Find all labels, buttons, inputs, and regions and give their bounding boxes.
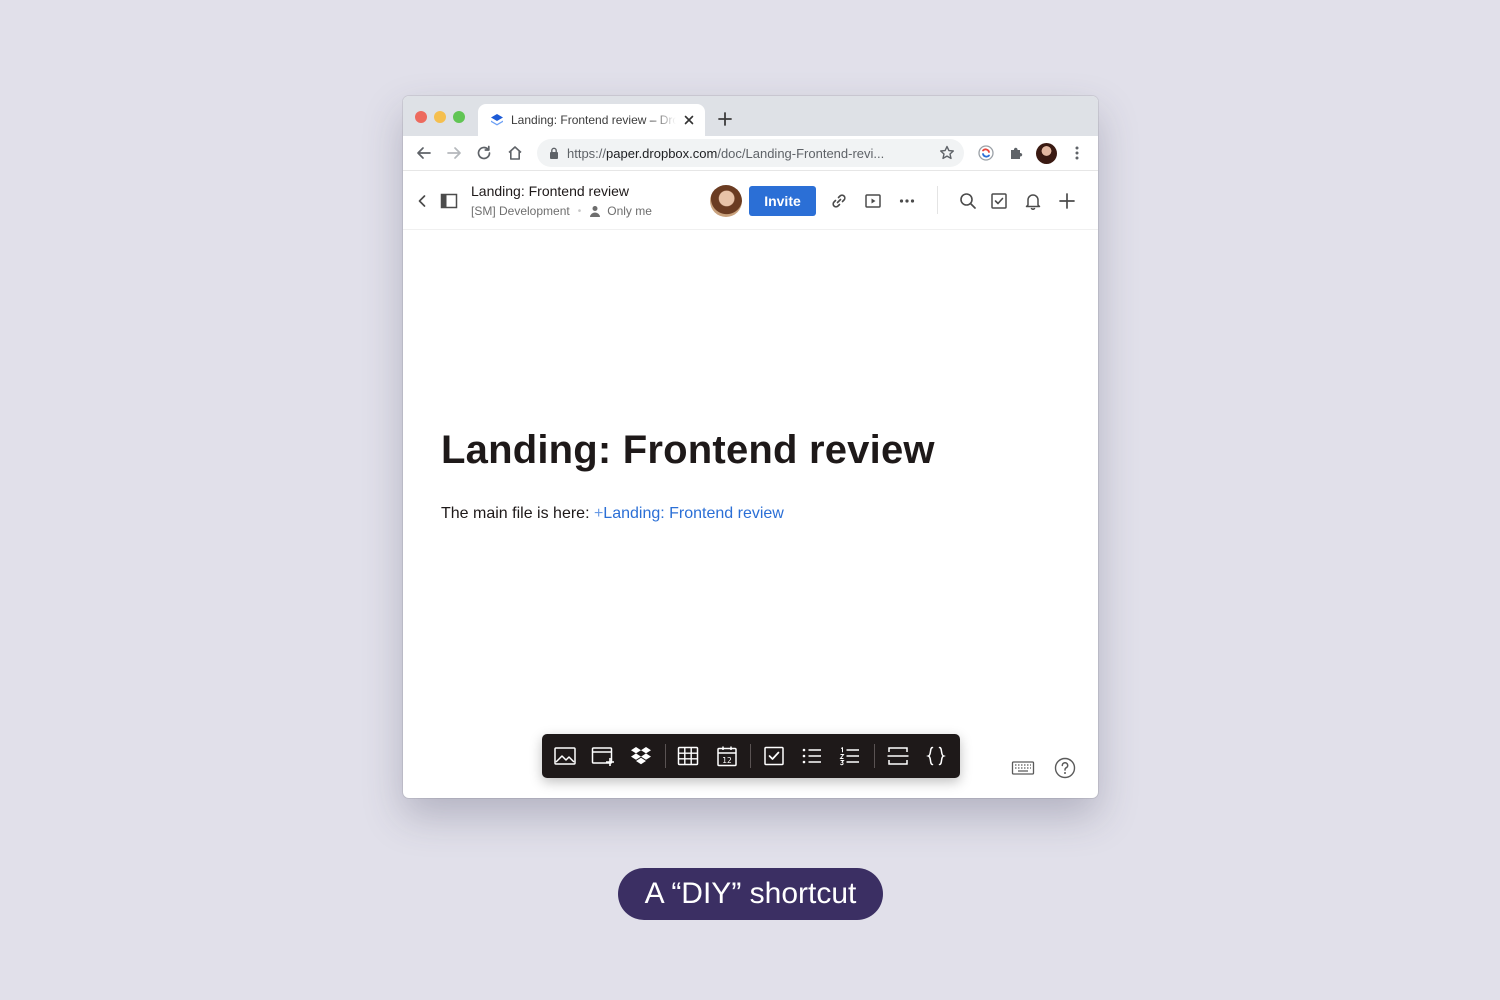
image-icon[interactable]: [553, 745, 577, 767]
browser-toolbar: https://paper.dropbox.com/doc/Landing-Fr…: [403, 136, 1098, 171]
doc-meta: [SM] Development • Only me: [471, 204, 652, 218]
header-divider: [937, 186, 938, 214]
browser-window: Landing: Frontend review – Dropbox Paper: [403, 96, 1098, 798]
extensions-puzzle-icon[interactable]: [1007, 144, 1025, 162]
meta-separator: •: [577, 205, 582, 217]
sidebar-toggle-icon[interactable]: [439, 191, 459, 211]
keyboard-icon[interactable]: [1011, 757, 1035, 779]
caption-pill: A “DIY” shortcut: [618, 868, 883, 920]
kebab-menu-icon[interactable]: [1068, 144, 1086, 162]
search-icon[interactable]: [958, 191, 978, 211]
url-host: paper.dropbox.com: [606, 146, 718, 161]
sharing-status[interactable]: Only me: [607, 204, 652, 218]
doc-title[interactable]: Landing: Frontend review: [471, 183, 629, 199]
back-arrow-icon[interactable]: [415, 144, 433, 162]
paper-header: Landing: Frontend review [SM] Developmen…: [403, 172, 1098, 230]
more-options-icon[interactable]: [897, 191, 917, 211]
document-heading[interactable]: Landing: Frontend review: [441, 428, 935, 473]
create-plus-icon[interactable]: [1057, 191, 1077, 211]
toolbar-separator: [750, 744, 751, 768]
paragraph-text: The main file is here:: [441, 505, 594, 522]
tasks-checkbox-icon[interactable]: [989, 191, 1009, 211]
folder-link[interactable]: [SM] Development: [471, 204, 570, 218]
calendar-day: 12: [722, 756, 732, 765]
tab-bar: Landing: Frontend review – Dropbox Paper: [403, 96, 1098, 136]
lock-icon: [550, 147, 558, 159]
media-embed-icon[interactable]: [591, 745, 615, 767]
checkbox-icon[interactable]: [762, 745, 786, 767]
numbered-list-icon[interactable]: [838, 745, 862, 767]
toolbar-separator: [874, 744, 875, 768]
tab-title: Landing: Frontend review – Dropbox Paper: [511, 113, 676, 127]
divider-icon[interactable]: [886, 745, 910, 767]
bookmark-star-icon[interactable]: [938, 144, 956, 162]
present-icon[interactable]: [863, 191, 883, 211]
link-text: Landing: Frontend review: [603, 505, 784, 522]
reload-icon[interactable]: [475, 144, 493, 162]
notifications-bell-icon[interactable]: [1023, 191, 1043, 211]
insert-toolbar: 12: [542, 734, 960, 778]
person-icon: [590, 206, 601, 217]
calendar-icon[interactable]: 12: [715, 745, 739, 767]
dropbox-paper-favicon-icon: [491, 114, 503, 126]
chevron-left-icon[interactable]: [412, 191, 432, 211]
bullet-list-icon[interactable]: [800, 745, 824, 767]
link-icon[interactable]: [829, 191, 849, 211]
invite-button[interactable]: Invite: [749, 186, 816, 216]
link-plus-sign: +: [593, 505, 604, 522]
document-paragraph[interactable]: The main file is here: +Landing: Fronten…: [441, 505, 784, 523]
toolbar-separator: [665, 744, 666, 768]
home-icon[interactable]: [506, 144, 524, 162]
address-bar[interactable]: https://paper.dropbox.com/doc/Landing-Fr…: [537, 139, 964, 167]
zoom-window-button[interactable]: [453, 111, 465, 123]
help-icon[interactable]: [1053, 757, 1077, 779]
close-tab-icon[interactable]: [682, 113, 696, 127]
table-icon[interactable]: [676, 745, 700, 767]
new-tab-icon[interactable]: [717, 111, 733, 127]
url-text: https://paper.dropbox.com/doc/Landing-Fr…: [567, 146, 927, 161]
browser-tab[interactable]: Landing: Frontend review – Dropbox Paper: [478, 104, 705, 136]
url-scheme: https://: [567, 146, 607, 161]
extension-sync-icon[interactable]: [977, 144, 995, 162]
code-block-icon[interactable]: [924, 745, 948, 767]
minimize-window-button[interactable]: [434, 111, 446, 123]
avatar[interactable]: [710, 185, 742, 217]
document-link[interactable]: +Landing: Frontend review: [594, 505, 784, 522]
profile-avatar[interactable]: [1036, 143, 1057, 164]
dropbox-icon[interactable]: [629, 745, 653, 767]
url-path: /doc/Landing-Frontend-revi...: [717, 146, 885, 161]
close-window-button[interactable]: [415, 111, 427, 123]
forward-arrow-icon[interactable]: [445, 144, 463, 162]
